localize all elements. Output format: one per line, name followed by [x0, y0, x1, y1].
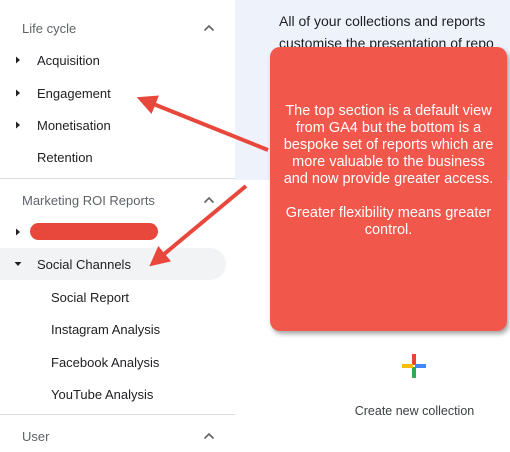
divider: [0, 178, 235, 179]
sidebar-item-label: Retention: [37, 149, 93, 165]
callout-paragraph: Greater flexibility means greater contro…: [285, 205, 492, 238]
sidebar-item-label: Engagement: [37, 85, 111, 101]
sidebar-item-label: Social Channels: [37, 256, 131, 272]
sidebar-item-retention[interactable]: Retention: [0, 141, 226, 173]
chevron-up-icon[interactable]: [201, 428, 217, 444]
section-header-marketing[interactable]: Marketing ROI Reports: [0, 182, 235, 218]
sidebar-item-engagement[interactable]: Engagement: [0, 77, 226, 109]
redaction-bar: [30, 223, 158, 240]
sidebar-item-monetisation[interactable]: Monetisation: [0, 109, 226, 141]
callout-paragraph: The top section is a default view from G…: [283, 103, 494, 187]
section-header-lifecycle[interactable]: Life cycle: [0, 10, 235, 46]
sidebar-item-label: Acquisition: [37, 52, 100, 68]
sidebar-subitem-label: Social Report: [51, 289, 130, 305]
chevron-up-icon[interactable]: [201, 192, 217, 208]
chevron-up-icon[interactable]: [201, 20, 217, 36]
caret-right-icon: [16, 228, 20, 236]
caret-right-icon: [16, 121, 20, 129]
section-header-label: Marketing ROI Reports: [22, 192, 155, 208]
sidebar: Life cycle Acquisition Engagement Moneti…: [0, 0, 235, 452]
sidebar-item-acquisition[interactable]: Acquisition: [0, 44, 226, 76]
section-header-label: User: [22, 428, 50, 444]
caret-right-icon: [16, 56, 20, 64]
caret-right-icon: [16, 89, 20, 97]
sidebar-subitem-facebook-analysis[interactable]: Facebook Analysis: [0, 346, 226, 378]
section-header-label: Life cycle: [22, 20, 77, 36]
create-collection-label[interactable]: Create new collection: [235, 404, 510, 418]
sidebar-subitem-youtube-analysis[interactable]: YouTube Analysis: [0, 378, 226, 410]
intro-line: All of your collections and reports: [279, 13, 486, 29]
sidebar-item-label: Monetisation: [37, 117, 111, 133]
annotation-callout: The top section is a default view from G…: [270, 47, 507, 331]
divider: [0, 414, 235, 415]
caret-down-icon: [14, 262, 22, 266]
sidebar-subitem-label: Facebook Analysis: [51, 354, 160, 370]
plus-icon[interactable]: [401, 353, 427, 379]
sidebar-subitem-label: YouTube Analysis: [51, 386, 154, 402]
sidebar-subitem-instagram-analysis[interactable]: Instagram Analysis: [0, 313, 226, 345]
section-header-user[interactable]: User: [0, 418, 235, 452]
sidebar-subitem-label: Instagram Analysis: [51, 321, 161, 337]
sidebar-subitem-social-report[interactable]: Social Report: [0, 281, 226, 313]
sidebar-item-social-channels[interactable]: Social Channels: [0, 248, 226, 280]
